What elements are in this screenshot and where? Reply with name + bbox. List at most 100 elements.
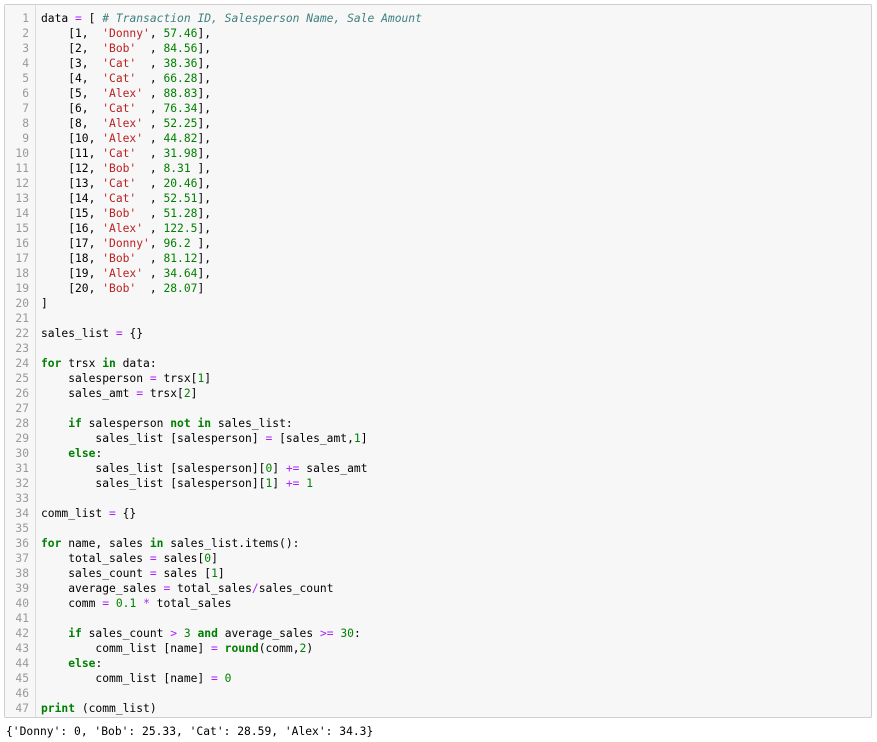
code-line[interactable]: 16 [17, 'Donny', 96.2 ], [5,236,871,251]
line-number: 18 [15,267,29,280]
code-line[interactable]: 1 data = [ # Transaction ID, Salesperson … [5,11,871,26]
keyword-token: for [41,357,62,370]
line-number: 38 [15,567,29,580]
code-text: sales_count = sales [1] [41,566,224,581]
line-number: 19 [15,282,29,295]
code-line[interactable]: 26 sales_amt = trsx[2] [5,386,871,401]
code-line[interactable]: 11 [12, 'Bob' , 8.31 ], [5,161,871,176]
text-token: ], [190,162,212,175]
code-line[interactable]: 34 comm_list = {} [5,506,871,521]
code-line[interactable]: 18 [19, 'Alex' , 34.64], [5,266,871,281]
operator-token: += [285,477,300,490]
line-number: 16 [15,237,29,250]
code-line[interactable]: 8 [8, 'Alex' , 52.25], [5,116,871,131]
code-line[interactable]: 23 [5,341,871,356]
code-line[interactable]: 40 comm = 0.1 * total_sales [5,596,871,611]
number-token: 20.46 [163,177,198,190]
code-line[interactable]: 36 for name, sales in sales_list.items(): [5,536,871,551]
code-line[interactable]: 45 comm_list [name] = 0 [5,671,871,686]
string-token: 'Cat' [102,57,137,70]
keyword-token: if [68,417,82,430]
code-line[interactable]: 27 [5,401,871,416]
code-line[interactable]: 5 [4, 'Cat' , 66.28], [5,71,871,86]
code-line[interactable]: 14 [15, 'Bob' , 51.28], [5,206,871,221]
keyword-token: round [224,642,259,655]
code-text: [12, 'Bob' , 8.31 ], [41,161,211,176]
operator-token: = [149,552,157,565]
operator-token: = [211,642,218,655]
text-token: ] [272,462,286,475]
code-line[interactable]: 30 else: [5,446,871,461]
code-line[interactable]: 29 sales_list [salesperson] = [sales_amt… [5,431,871,446]
code-line[interactable]: 12 [13, 'Cat' , 20.46], [5,176,871,191]
line-number: 46 [15,687,29,700]
code-line[interactable]: 22 sales_list = {} [5,326,871,341]
text-token: ], [197,207,212,220]
number-token: 34.64 [163,267,198,280]
code-line[interactable]: 21 [5,311,871,326]
code-line[interactable]: 41 [5,611,871,626]
code-line[interactable]: 42 if sales_count > 3 and average_sales … [5,626,871,641]
line-number: 35 [15,522,29,535]
code-line[interactable]: 15 [16, 'Alex' , 122.5], [5,221,871,236]
code-line[interactable]: 13 [14, 'Cat' , 52.51], [5,191,871,206]
code-line[interactable]: 4 [3, 'Cat' , 38.36], [5,56,871,71]
line-number: 25 [15,372,29,385]
code-line[interactable]: 17 [18, 'Bob' , 81.12], [5,251,871,266]
code-line[interactable]: 25 salesperson = trsx[1] [5,371,871,386]
code-cell[interactable]: 1 data = [ # Transaction ID, Salesperson … [4,4,872,718]
text-token: ], [197,147,212,160]
code-line[interactable]: 39 average_sales = total_sales/sales_cou… [5,581,871,596]
code-line[interactable]: 33 [5,491,871,506]
code-line[interactable]: 47 print (comm_list) [5,701,871,716]
code-line[interactable]: 10 [11, 'Cat' , 31.98], [5,146,871,161]
code-line[interactable]: 2 [1, 'Donny', 57.46], [5,26,871,41]
line-number: 32 [15,477,29,490]
code-line[interactable]: 46 [5,686,871,701]
string-token: 'Cat' [102,147,137,160]
code-text: [14, 'Cat' , 52.51], [41,191,211,206]
code-line[interactable]: 37 total_sales = sales[0] [5,551,871,566]
code-line[interactable]: 3 [2, 'Bob' , 84.56], [5,41,871,56]
code-line[interactable]: 6 [5, 'Alex' , 88.83], [5,86,871,101]
number-token: 31.98 [163,147,198,160]
text-token: [18, [41,252,103,265]
code-text: [15, 'Bob' , 51.28], [41,206,211,221]
code-text: [8, 'Alex' , 52.25], [41,116,211,131]
text-token: trsx[ [156,372,198,385]
line-number: 47 [15,702,29,715]
code-line[interactable]: 31 sales_list [salesperson][0] += sales_… [5,461,871,476]
code-text: salesperson = trsx[1] [41,371,211,386]
text-token: , [143,222,164,235]
code-line[interactable]: 32 sales_list [salesperson][1] += 1 [5,476,871,491]
line-number: 3 [22,42,29,55]
line-number: 44 [15,657,29,670]
code-line[interactable]: 19 [20, 'Bob' , 28.07] [5,281,871,296]
text-token: sales_amt [41,387,137,400]
code-line[interactable]: 35 [5,521,871,536]
code-editor[interactable]: 1 data = [ # Transaction ID, Salesperson … [5,11,871,716]
code-text: total_sales = sales[0] [41,551,218,566]
number-token: 38.36 [163,57,198,70]
code-line[interactable]: 20] [5,296,871,311]
number-token: 57.46 [163,27,198,40]
code-line[interactable]: 9 [10, 'Alex' , 44.82], [5,131,871,146]
text-token: ], [197,72,212,85]
code-line[interactable]: 43 comm_list [name] = round(comm,2) [5,641,871,656]
code-line[interactable]: 24 for trsx in data: [5,356,871,371]
line-number: 34 [15,507,29,520]
code-line[interactable]: 28 if salesperson not in sales_list: [5,416,871,431]
text-token: , [136,252,164,265]
keyword-token: else [68,657,96,670]
code-line[interactable]: 7 [6, 'Cat' , 76.34], [5,101,871,116]
code-line[interactable]: 38 sales_count = sales [1] [5,566,871,581]
text-token: ] [197,282,205,295]
text-token: sales_list.items(): [163,537,300,550]
code-line[interactable]: 44 else: [5,656,871,671]
keyword-token: in [149,537,164,550]
string-token: 'Bob' [102,252,137,265]
number-token: 51.28 [163,207,198,220]
code-text: data = [ # Transaction ID, Salesperson N… [41,11,422,26]
